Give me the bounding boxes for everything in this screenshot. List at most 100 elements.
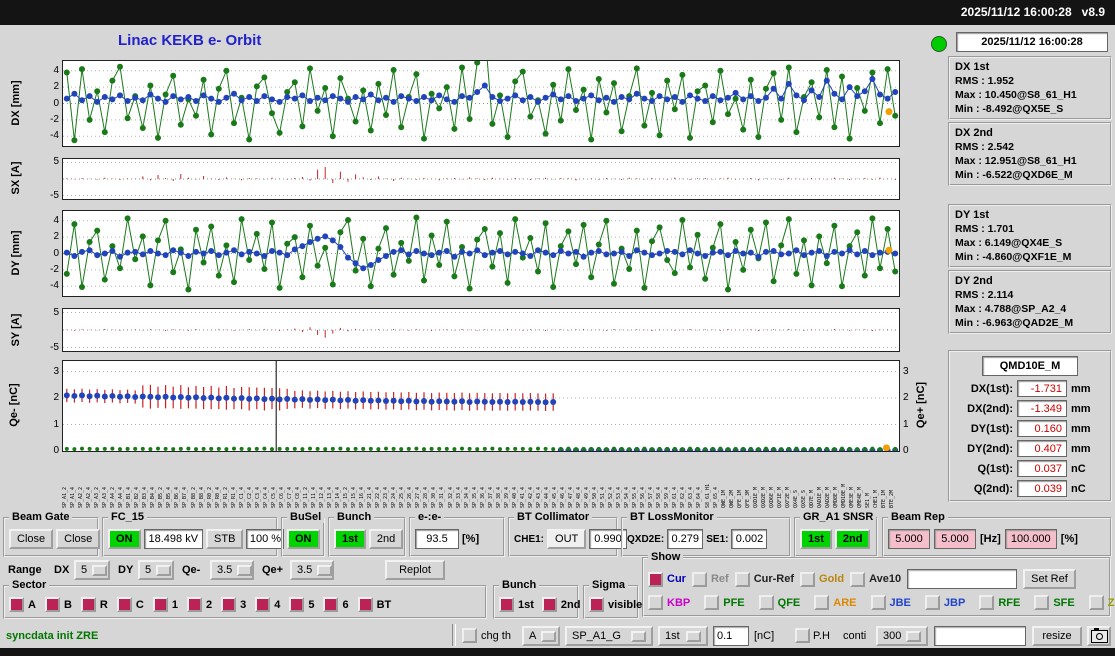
sector-r-checkbox[interactable] xyxy=(80,597,96,612)
snapshot-button[interactable] xyxy=(1087,626,1111,646)
threshold-input[interactable] xyxy=(713,626,749,646)
range-qem-value: 3.5 xyxy=(217,564,233,576)
range-dx-select[interactable]: 5 xyxy=(74,560,110,580)
y-tick-label: -2 xyxy=(50,113,59,125)
show-jbe-checkbox[interactable] xyxy=(870,595,886,610)
show-sfe-checkbox[interactable] xyxy=(1034,595,1050,610)
bpm-label: SP_C4_4 xyxy=(262,486,269,508)
conti-extra-input[interactable] xyxy=(934,626,1026,646)
bpm-label: SP_39_4 xyxy=(503,486,510,508)
sigma-visible-checkbox[interactable] xyxy=(589,597,604,612)
sector-2-checkbox[interactable] xyxy=(186,597,202,612)
bpm-label: SP_21_4 xyxy=(367,486,374,508)
sector-select[interactable]: A xyxy=(522,626,560,646)
chart-charge[interactable]: 0 1 2 3 0 1 2 3 xyxy=(53,360,909,456)
bpm-label: SP_C6_4 xyxy=(278,486,285,508)
bpm-label: SP_12_4 xyxy=(319,486,325,508)
bunch-1st-button[interactable]: 1st xyxy=(334,529,366,549)
show-ref-checkbox[interactable] xyxy=(691,571,707,587)
busel-on-button[interactable]: ON xyxy=(287,529,320,549)
range-dy-select[interactable]: 5 xyxy=(138,560,174,580)
chart-sy-steering[interactable]: 5 -5 xyxy=(50,307,900,352)
range-qep-select[interactable]: 3.5 xyxy=(290,560,334,580)
show-ave10-checkbox[interactable] xyxy=(850,571,866,587)
beam-rep-hz-unit: [Hz] xyxy=(980,533,1001,545)
bunch-filter-title: Bunch xyxy=(499,579,540,591)
show-pfe-checkbox[interactable] xyxy=(704,595,720,610)
dy-axis-label: DY [mm] xyxy=(10,230,22,276)
bpm-label: SP_31_4 xyxy=(439,486,446,508)
sector-3-checkbox[interactable] xyxy=(221,597,237,612)
bpm-label: SP_C1_4 xyxy=(238,486,245,508)
sector-3-item: 3 xyxy=(221,597,246,612)
show-rfe-checkbox[interactable] xyxy=(979,595,995,610)
bunch-select-value: 1st xyxy=(665,630,680,642)
ph-checkbox[interactable] xyxy=(795,628,810,643)
bpm-label: SP_13_4 xyxy=(327,486,334,508)
bpm-label: SP_A3_4 xyxy=(102,486,109,508)
bunch-2nd-checkbox[interactable] xyxy=(541,597,557,612)
monitor-select[interactable]: SP_A1_G xyxy=(565,626,653,646)
ref-file-input[interactable] xyxy=(907,569,1018,589)
show-are-checkbox[interactable] xyxy=(814,595,830,610)
monitor-row-unit: mm xyxy=(1071,442,1091,455)
snsr-2nd-button[interactable]: 2nd xyxy=(834,529,871,549)
conti-rate-select[interactable]: 300 xyxy=(876,626,928,646)
chart-dy-orbit[interactable]: 4 2 0 -2 -4 xyxy=(50,210,900,297)
show-zre-checkbox[interactable] xyxy=(1088,595,1104,610)
sector-5-checkbox[interactable] xyxy=(289,597,305,612)
bpm-label: SP_11_4 xyxy=(310,486,317,508)
sector-2-item: 2 xyxy=(186,597,212,612)
monitor-row: DY(1st): 0.160 mm xyxy=(955,420,1105,437)
sector-6-item: 6 xyxy=(323,597,349,612)
show-cur-ref-checkbox[interactable] xyxy=(734,571,750,587)
sector-a-checkbox[interactable] xyxy=(9,597,24,612)
show-pfe-item: PFE xyxy=(704,595,745,610)
fc15-group: FC_15 ON 18.498 kV STB 100 % xyxy=(102,511,285,557)
che1-out-button[interactable]: OUT xyxy=(547,529,587,549)
bpm-label: SP_33_4 xyxy=(455,486,462,508)
bunch-2nd-button[interactable]: 2nd xyxy=(368,529,404,549)
chart-sx-steering[interactable]: 5 -5 xyxy=(50,157,900,200)
bunch-title: Bunch xyxy=(334,511,375,523)
monitor-row-unit: mm xyxy=(1071,402,1091,415)
resize-button[interactable]: resize xyxy=(1032,626,1082,646)
sector-4-checkbox[interactable] xyxy=(255,597,271,612)
replot-button[interactable]: Replot xyxy=(385,560,445,580)
dropdown-mark-icon xyxy=(317,564,333,576)
snsr-1st-button[interactable]: 1st xyxy=(800,529,832,549)
show-cur-checkbox[interactable] xyxy=(648,571,663,587)
sector-b-checkbox[interactable] xyxy=(44,597,60,612)
bpm-label: SP_R1_2 xyxy=(222,486,229,508)
gr-a1-snsr-title: GR_A1 SNSR xyxy=(800,511,877,523)
bunch-select-group: Bunch 1st 2nd xyxy=(328,511,406,557)
sector-c-label: C xyxy=(135,598,144,611)
chg-th-checkbox[interactable] xyxy=(462,628,477,643)
monitor-row-value: -1.731 xyxy=(1017,380,1067,397)
show-qfe-checkbox[interactable] xyxy=(758,595,774,610)
sector-1-checkbox[interactable] xyxy=(152,597,168,612)
fc15-on-button[interactable]: ON xyxy=(108,529,141,549)
show-jbp-checkbox[interactable] xyxy=(924,595,940,610)
bpm-label: SP_A4_2 xyxy=(110,486,117,508)
sector-bt-checkbox[interactable] xyxy=(357,597,373,612)
show-kbp-checkbox[interactable] xyxy=(648,595,663,610)
fc15-title: FC_15 xyxy=(108,511,148,523)
sector-c-checkbox[interactable] xyxy=(116,597,132,612)
bpm-label: SP_B8_2 xyxy=(190,486,197,508)
beam-gate-close-button-1[interactable]: Close xyxy=(9,529,54,549)
show-gold-checkbox[interactable] xyxy=(800,571,816,587)
beam-gate-close-button-2[interactable]: Close xyxy=(56,529,101,549)
stat-min: Min : -8.492@QX5E_S xyxy=(955,103,1064,115)
bunch-1st-checkbox[interactable] xyxy=(499,597,514,612)
bpm-label: S8_61_H1 xyxy=(704,483,711,508)
fc15-stb-button[interactable]: STB xyxy=(206,529,244,549)
sector-1-item: 1 xyxy=(152,597,178,612)
bunch-select[interactable]: 1st xyxy=(658,626,708,646)
sector-6-checkbox[interactable] xyxy=(323,597,339,612)
set-ref-button[interactable]: Set Ref xyxy=(1023,569,1076,589)
chart-dx-orbit[interactable]: 4 2 0 -2 -4 xyxy=(50,60,900,147)
y-tick-label: 3 xyxy=(903,365,909,377)
range-qem-select[interactable]: 3.5 xyxy=(210,560,254,580)
qe-plus-axis-label: Qe+ [nC] xyxy=(915,381,927,429)
